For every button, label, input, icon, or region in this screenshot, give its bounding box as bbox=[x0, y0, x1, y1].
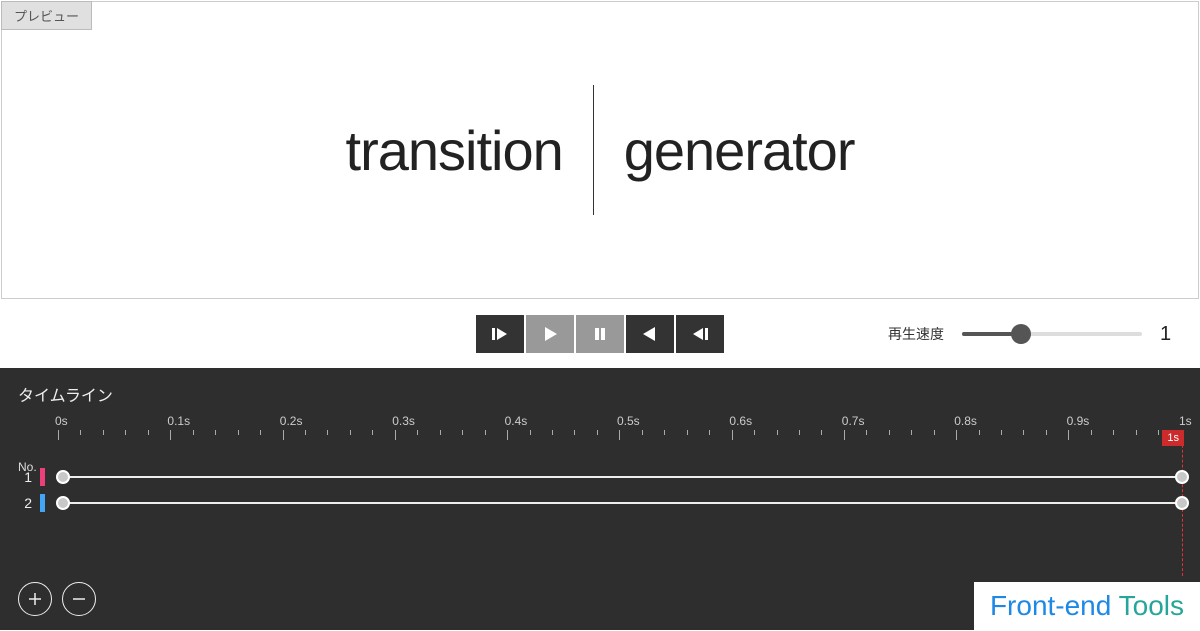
ruler-label: 0.1s bbox=[167, 414, 190, 428]
ruler-label: 0.4s bbox=[505, 414, 528, 428]
track-handle-end[interactable] bbox=[1175, 470, 1189, 484]
brand-logo: Front-end Tools bbox=[974, 582, 1200, 630]
ruler-label: 0.9s bbox=[1067, 414, 1090, 428]
track-row: 1 bbox=[18, 464, 1182, 490]
ruler-label: 0.2s bbox=[280, 414, 303, 428]
step-forward-button[interactable] bbox=[476, 315, 524, 353]
ruler-label: 0.5s bbox=[617, 414, 640, 428]
ruler-label: 0.7s bbox=[842, 414, 865, 428]
speed-slider[interactable] bbox=[962, 332, 1142, 336]
brand-part2: Tools bbox=[1119, 590, 1184, 621]
track-row: 2 bbox=[18, 490, 1182, 516]
track-bar[interactable] bbox=[63, 470, 1182, 484]
preview-area: transition generator bbox=[1, 1, 1199, 299]
reverse-button[interactable] bbox=[626, 315, 674, 353]
ruler-label: 0.3s bbox=[392, 414, 415, 428]
track-handle-start[interactable] bbox=[56, 496, 70, 510]
track-bar[interactable] bbox=[63, 496, 1182, 510]
add-track-button[interactable] bbox=[18, 582, 52, 616]
preview-tab[interactable]: プレビュー bbox=[1, 1, 92, 30]
ruler-label: 1s bbox=[1179, 414, 1192, 428]
step-backward-button[interactable] bbox=[676, 315, 724, 353]
ruler-label: 0.8s bbox=[954, 414, 977, 428]
speed-control: 再生速度 1 bbox=[888, 323, 1180, 346]
track-number: 2 bbox=[18, 495, 32, 511]
track-add-remove bbox=[18, 582, 96, 616]
app-title: transition generator bbox=[346, 85, 855, 215]
title-word-2: generator bbox=[624, 118, 855, 183]
play-button[interactable] bbox=[526, 315, 574, 353]
track-color-strip bbox=[40, 468, 45, 486]
play-controls bbox=[476, 315, 724, 353]
title-word-1: transition bbox=[346, 118, 563, 183]
brand-part1: Front-end bbox=[990, 590, 1111, 621]
speed-slider-thumb[interactable] bbox=[1011, 324, 1031, 344]
track-handle-end[interactable] bbox=[1175, 496, 1189, 510]
timeline-ruler[interactable]: 0s0.1s0.2s0.3s0.4s0.5s0.6s0.7s0.8s0.9s1s bbox=[58, 416, 1182, 448]
timeline-title: タイムライン bbox=[0, 382, 1200, 416]
ruler-label: 0.6s bbox=[729, 414, 752, 428]
timeline-panel: タイムライン 0s 0.1s 0.2s 0.3s 0.4s 0.5s 0.6s 0.7s 0.8… bbox=[0, 368, 1200, 630]
ruler-label: 0s bbox=[55, 414, 68, 428]
speed-label: 再生速度 bbox=[888, 324, 944, 344]
track-handle-start[interactable] bbox=[56, 470, 70, 484]
remove-track-button[interactable] bbox=[62, 582, 96, 616]
speed-value: 1 bbox=[1160, 323, 1180, 346]
pause-button[interactable] bbox=[576, 315, 624, 353]
title-divider bbox=[593, 85, 594, 215]
tracks-list: 1 2 bbox=[18, 464, 1182, 516]
track-number-header: No. bbox=[18, 460, 37, 474]
controls-bar: 再生速度 1 bbox=[0, 300, 1200, 368]
track-color-strip bbox=[40, 494, 45, 512]
